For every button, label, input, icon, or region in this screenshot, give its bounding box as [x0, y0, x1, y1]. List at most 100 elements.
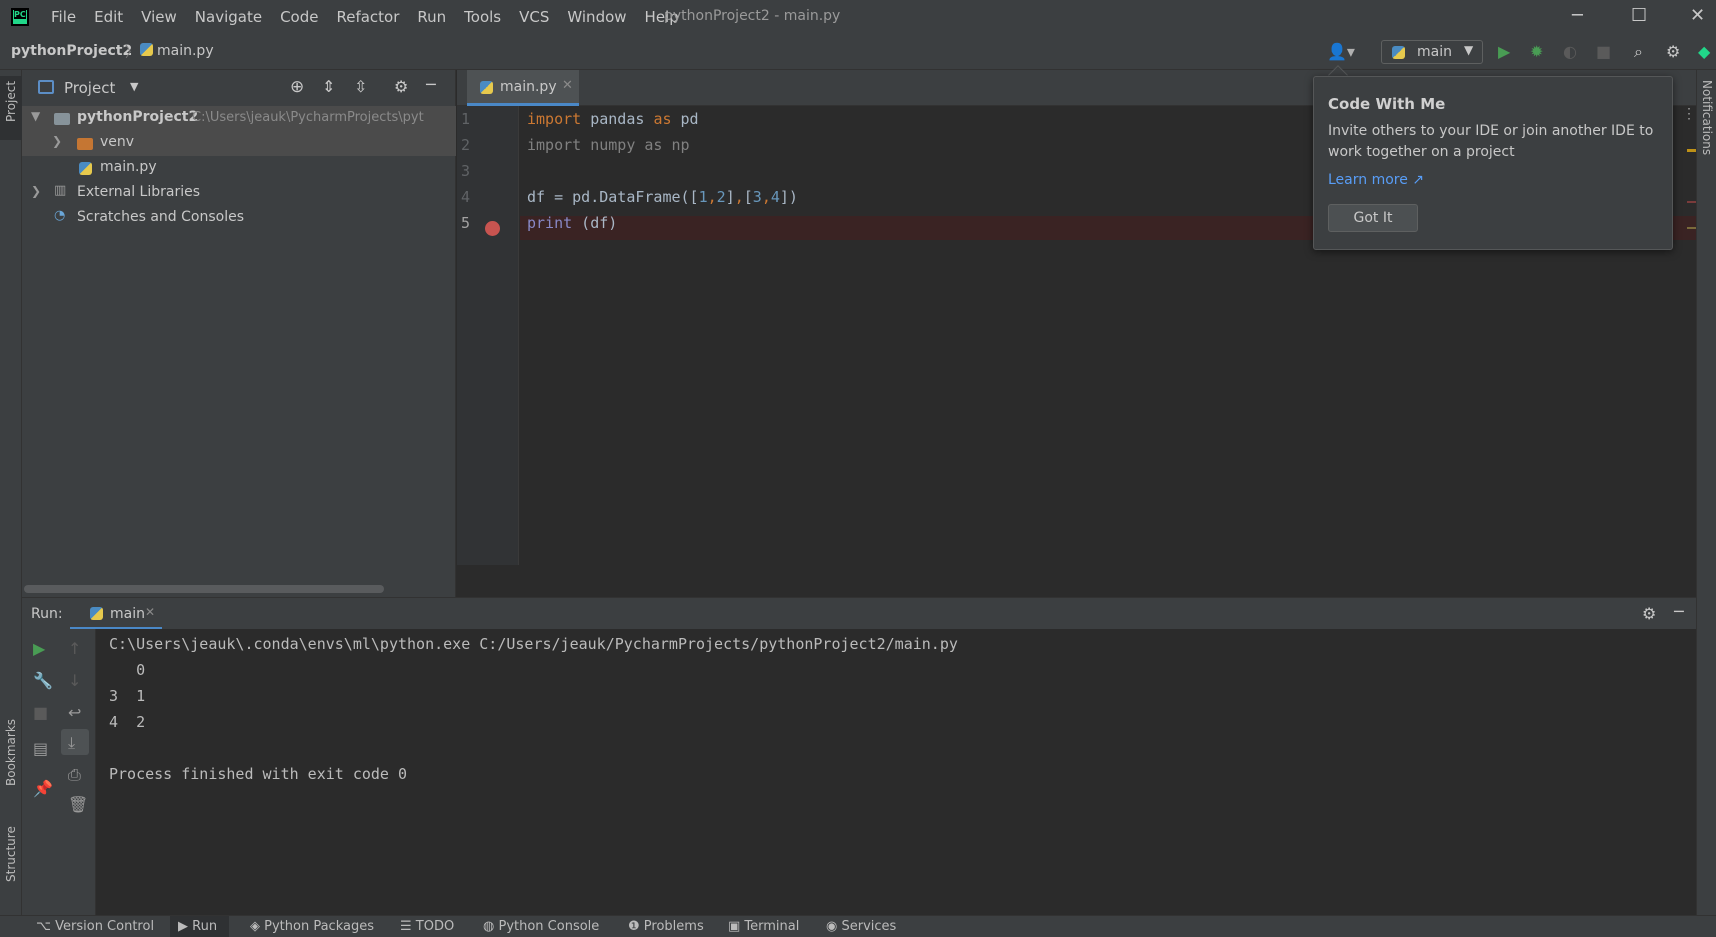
hide-panel-icon[interactable]: ─ [426, 75, 436, 94]
gear-icon[interactable]: ⚙ [394, 77, 408, 96]
tree-item-main-py[interactable]: main.py [22, 156, 456, 181]
project-tool-label[interactable]: Project [4, 81, 18, 122]
chevron-right-icon[interactable]: ❯ [52, 134, 62, 148]
popup-body: Invite others to your IDE or join anothe… [1328, 123, 1654, 160]
scroll-to-end-icon[interactable]: ⤓ [68, 733, 75, 753]
close-icon[interactable]: ✕ [1690, 5, 1705, 26]
more-options-icon[interactable]: ⋮ [1682, 106, 1696, 122]
chevron-right-icon[interactable]: ❯ [31, 184, 41, 198]
stop-icon[interactable]: ■ [1596, 42, 1611, 61]
soft-wrap-icon[interactable]: ↩ [68, 703, 81, 722]
python-file-icon [140, 43, 153, 56]
breakpoint-icon[interactable] [485, 221, 500, 236]
pin-icon[interactable]: 📌 [33, 779, 53, 798]
console-line: 4 2 [109, 713, 146, 731]
breadcrumb-separator-icon: 〉 [125, 45, 139, 61]
problems-tab[interactable]: ❶ Problems [628, 919, 704, 934]
print-icon[interactable]: ⎙ [68, 765, 81, 785]
menu-refactor[interactable]: Refactor [336, 8, 399, 26]
hide-panel-icon[interactable]: ─ [1674, 602, 1684, 621]
jetbrains-plugin-icon[interactable]: ◆ [1698, 42, 1710, 61]
menu-file[interactable]: File [51, 8, 76, 26]
search-icon[interactable]: ⌕ [1634, 42, 1643, 62]
python-packages-tab[interactable]: ◈ Python Packages [250, 919, 374, 934]
wrench-icon[interactable]: 🔧 [33, 671, 53, 690]
breadcrumb-file[interactable]: main.py [140, 43, 214, 59]
project-panel-title[interactable]: Project [64, 79, 115, 97]
tree-item-scratches[interactable]: ◔ Scratches and Consoles [22, 206, 456, 231]
run-configuration-label: main [1417, 44, 1452, 60]
menu-window[interactable]: Window [567, 8, 626, 26]
arrow-up-icon[interactable]: ↑ [68, 639, 81, 658]
run-panel-label: Run: [31, 606, 63, 622]
stop-icon[interactable]: ■ [33, 703, 48, 722]
gear-icon[interactable]: ⚙ [1666, 42, 1680, 61]
folder-icon [77, 138, 93, 150]
coverage-icon[interactable]: ◐ [1563, 42, 1577, 61]
chevron-down-icon[interactable]: ▼ [130, 80, 138, 93]
scratches-icon: ◔ [54, 208, 66, 223]
collapse-all-icon[interactable]: ⇳ [354, 77, 367, 96]
notifications-tool-label[interactable]: Notifications [1700, 80, 1714, 155]
menu-vcs[interactable]: VCS [519, 8, 549, 26]
tree-item-venv[interactable]: ❯ venv [22, 131, 456, 156]
tree-item-external-libraries[interactable]: ❯ ▥ External Libraries [22, 181, 456, 206]
python-console-tab[interactable]: ◍ Python Console [483, 919, 599, 934]
run-tab-main[interactable]: main ✕ [70, 598, 162, 630]
expand-all-icon[interactable]: ⇕ [322, 77, 335, 96]
chevron-down-icon[interactable]: ▼ [31, 109, 40, 123]
todo-tab[interactable]: ☰ TODO [400, 919, 454, 934]
tab-main-py[interactable]: main.py ✕ [467, 70, 579, 106]
gear-icon[interactable]: ⚙ [1642, 604, 1656, 623]
terminal-tab[interactable]: ▣ Terminal [728, 919, 799, 934]
menu-navigate[interactable]: Navigate [195, 8, 262, 26]
menu-edit[interactable]: Edit [94, 8, 123, 26]
version-control-tab[interactable]: ⌥ Version Control [36, 919, 154, 934]
tab-label: main.py [500, 79, 557, 95]
right-tool-strip: Notifications [1696, 70, 1716, 915]
run-panel-header: Run: main ✕ ⚙ ─ [22, 597, 1696, 630]
run-console[interactable]: C:\Users\jeauk\.conda\envs\ml\python.exe… [96, 629, 1696, 915]
menu-tools[interactable]: Tools [464, 8, 501, 26]
rerun-icon[interactable]: ▶ [33, 639, 45, 658]
got-it-button[interactable]: Got It [1328, 204, 1418, 232]
tree-item-project-root[interactable]: ▼ pythonProject2 C:\Users\jeauk\PycharmP… [22, 106, 456, 131]
run-toolbar: ▶ ↑ 🔧 ↓ ■ ↩ ⤓ ▤ ⎙ 📌 🗑 [22, 629, 96, 915]
maximize-icon[interactable]: ☐ [1631, 5, 1647, 26]
locate-icon[interactable]: ⊕ [290, 77, 304, 97]
line-number: 1 [461, 110, 471, 128]
run-icon[interactable]: ▶ [1498, 42, 1510, 61]
structure-tool-label[interactable]: Structure [4, 826, 18, 882]
python-file-icon [480, 81, 493, 94]
bookmarks-tool-label[interactable]: Bookmarks [4, 719, 18, 786]
services-tab[interactable]: ◉ Services [826, 919, 896, 934]
menu-code[interactable]: Code [280, 8, 318, 26]
learn-more-link[interactable]: Learn more ↗ [1328, 172, 1424, 188]
line-number: 4 [461, 188, 471, 206]
close-tab-icon[interactable]: ✕ [562, 78, 573, 93]
bottom-item-label: Services [841, 919, 897, 934]
debug-icon[interactable]: ✹ [1530, 42, 1543, 61]
minimize-icon[interactable]: ─ [1572, 5, 1583, 26]
close-tab-icon[interactable]: ✕ [145, 605, 155, 619]
library-icon: ▥ [54, 183, 67, 198]
bottom-item-label: TODO [415, 919, 455, 934]
line-number: 2 [461, 136, 471, 154]
menu-view[interactable]: View [141, 8, 177, 26]
menu-run[interactable]: Run [417, 8, 446, 26]
breadcrumb-project[interactable]: pythonProject2 [11, 43, 132, 59]
editor-gutter[interactable]: 1 2 3 4 5 [457, 106, 519, 565]
popup-title: Code With Me [1328, 95, 1446, 113]
arrow-down-icon[interactable]: ↓ [68, 671, 81, 690]
horizontal-scrollbar[interactable] [24, 585, 384, 593]
trash-icon[interactable]: 🗑 [68, 795, 88, 814]
breadcrumb-file-label: main.py [157, 43, 214, 59]
window-title: pythonProject2 - main.py [664, 8, 841, 24]
run-configuration-select[interactable]: main ▼ [1381, 40, 1483, 64]
user-icon[interactable]: 👤▾ [1327, 42, 1355, 61]
layout-icon[interactable]: ▤ [33, 739, 48, 758]
code-line-5: print (df) [527, 214, 618, 232]
code-line-2: import numpy as np [527, 136, 690, 154]
run-tool-tab[interactable]: ▶ Run [170, 916, 230, 937]
code-with-me-popup: Code With Me Invite others to your IDE o… [1313, 76, 1673, 250]
